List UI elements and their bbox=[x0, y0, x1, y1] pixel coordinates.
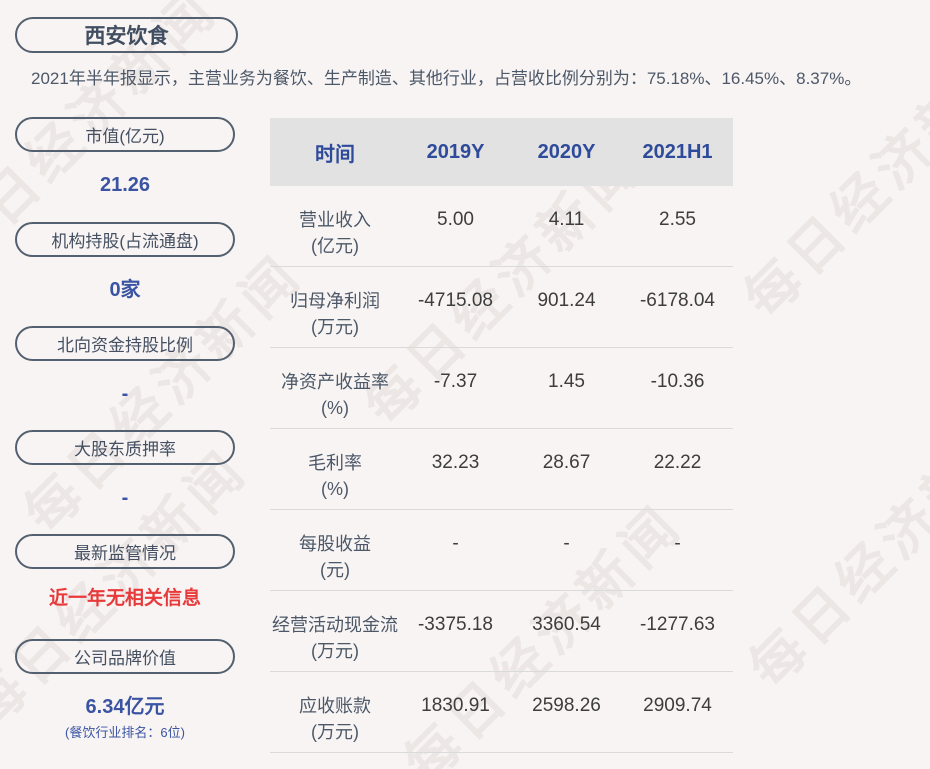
row-metric-name: 毛利率 bbox=[308, 453, 362, 473]
row-metric-unit: (万元) bbox=[311, 641, 359, 661]
row-value-2020y: 3360.54 bbox=[532, 614, 601, 635]
stock-name-badge: 西安饮食 bbox=[15, 17, 238, 53]
row-value-2020y: 2598.26 bbox=[532, 695, 601, 716]
row-value-2021h1: -10.36 bbox=[650, 371, 705, 392]
row-metric-unit: (亿元) bbox=[311, 236, 359, 256]
stat-label: 最新监管情况 bbox=[74, 544, 176, 563]
financials-table: 时间 2019Y 2020Y 2021H1 营业收入 (亿元) 5.00 4.1… bbox=[270, 118, 733, 753]
row-metric-name: 归母净利润 bbox=[290, 291, 380, 311]
row-value-2021h1: - bbox=[674, 533, 681, 554]
row-value-2019y: -3375.18 bbox=[417, 614, 493, 635]
table-row: 经营活动现金流 (万元) -3375.18 3360.54 -1277.63 bbox=[270, 591, 733, 672]
stat-label: 机构持股(占流通盘) bbox=[51, 232, 199, 251]
table-row: 净资产收益率 (%) -7.37 1.45 -10.36 bbox=[270, 348, 733, 429]
stat-label-pill: 公司品牌价值 bbox=[15, 639, 235, 674]
stat-brand-value: 公司品牌价值 6.34亿元 (餐饮行业排名：6位) bbox=[0, 639, 250, 741]
stat-regulatory-status: 最新监管情况 近一年无相关信息 bbox=[0, 534, 250, 611]
row-metric-unit: (元) bbox=[320, 560, 350, 580]
business-summary-text: 2021年半年报显示，主营业务为餐饮、生产制造、其他行业，占营收比例分别为：75… bbox=[31, 69, 862, 88]
stat-label-pill: 大股东质押率 bbox=[15, 430, 235, 465]
stat-value: 6.34亿元 bbox=[85, 696, 165, 718]
stat-value: 0家 bbox=[109, 279, 141, 301]
table-row: 营业收入 (亿元) 5.00 4.11 2.55 bbox=[270, 186, 733, 267]
stat-label: 市值(亿元) bbox=[85, 127, 165, 146]
stock-name: 西安饮食 bbox=[84, 25, 169, 48]
table-row: 每股收益 (元) - - - bbox=[270, 510, 733, 591]
row-value-2019y: -7.37 bbox=[433, 371, 478, 392]
row-metric-name: 应收账款 bbox=[299, 696, 371, 716]
row-metric: 应收账款 (万元) bbox=[270, 693, 400, 752]
row-metric-name: 营业收入 bbox=[299, 210, 371, 230]
row-value-2020y: 1.45 bbox=[548, 371, 585, 392]
header-time: 时间 bbox=[315, 143, 355, 166]
table-row: 应收账款 (万元) 1830.91 2598.26 2909.74 bbox=[270, 672, 733, 753]
row-value-2020y: 28.67 bbox=[542, 452, 591, 473]
stat-label: 公司品牌价值 bbox=[74, 649, 176, 668]
row-value-2019y: - bbox=[452, 533, 459, 554]
stat-institutional-holding: 机构持股(占流通盘) 0家 bbox=[0, 222, 250, 302]
row-value-2019y: 1830.91 bbox=[421, 695, 490, 716]
header-2019y: 2019Y bbox=[426, 140, 485, 163]
stat-label-pill: 北向资金持股比例 bbox=[15, 326, 235, 361]
row-metric-unit: (万元) bbox=[311, 317, 359, 337]
stat-value: 21.26 bbox=[99, 174, 151, 196]
row-metric-name: 经营活动现金流 bbox=[272, 615, 398, 635]
row-metric: 营业收入 (亿元) bbox=[270, 207, 400, 266]
row-value-2019y: 5.00 bbox=[437, 209, 474, 230]
stat-value: - bbox=[121, 383, 129, 405]
stat-label: 北向资金持股比例 bbox=[57, 336, 193, 355]
stat-market-cap: 市值(亿元) 21.26 bbox=[0, 117, 250, 197]
stat-label-pill: 市值(亿元) bbox=[15, 117, 235, 152]
table-row: 归母净利润 (万元) -4715.08 901.24 -6178.04 bbox=[270, 267, 733, 348]
stat-northbound-holding: 北向资金持股比例 - bbox=[0, 326, 250, 406]
row-metric: 经营活动现金流 (万元) bbox=[270, 612, 400, 671]
financial-infographic-page: 每日经济新闻 每日经济新闻 每日经济新闻 每日经济新闻 每日经济新闻 每日经济新… bbox=[0, 0, 930, 769]
header-2021h1: 2021H1 bbox=[642, 140, 713, 163]
row-metric: 毛利率 (%) bbox=[270, 450, 400, 509]
watermark-text: 每日经济新闻 bbox=[738, 398, 930, 700]
table-row: 毛利率 (%) 32.23 28.67 22.22 bbox=[270, 429, 733, 510]
row-metric: 每股收益 (元) bbox=[270, 531, 400, 590]
row-metric-unit: (%) bbox=[321, 479, 349, 499]
stat-label-pill: 最新监管情况 bbox=[15, 534, 235, 569]
stat-value: 近一年无相关信息 bbox=[48, 588, 201, 609]
row-metric: 净资产收益率 (%) bbox=[270, 369, 400, 428]
table-header-row: 时间 2019Y 2020Y 2021H1 bbox=[270, 118, 733, 186]
row-value-2019y: 32.23 bbox=[431, 452, 480, 473]
row-metric-name: 每股收益 bbox=[299, 534, 371, 554]
row-metric-unit: (万元) bbox=[311, 722, 359, 742]
header-2020y: 2020Y bbox=[537, 140, 596, 163]
row-metric-unit: (%) bbox=[321, 398, 349, 418]
table-body: 营业收入 (亿元) 5.00 4.11 2.55 归母净利润 (万元) -471… bbox=[270, 186, 733, 753]
stat-label: 大股东质押率 bbox=[74, 440, 176, 459]
row-metric: 归母净利润 (万元) bbox=[270, 288, 400, 347]
stat-value: - bbox=[121, 487, 129, 509]
row-value-2020y: 901.24 bbox=[537, 290, 596, 311]
row-value-2021h1: 2.55 bbox=[659, 209, 696, 230]
row-value-2019y: -4715.08 bbox=[417, 290, 493, 311]
row-value-2021h1: 22.22 bbox=[653, 452, 702, 473]
stat-subtext: (餐饮行业排名：6位) bbox=[65, 725, 185, 740]
stat-label-pill: 机构持股(占流通盘) bbox=[15, 222, 235, 257]
row-value-2021h1: -1277.63 bbox=[639, 614, 715, 635]
row-metric-name: 净资产收益率 bbox=[281, 372, 389, 392]
stat-major-shareholder-pledge: 大股东质押率 - bbox=[0, 430, 250, 510]
row-value-2021h1: 2909.74 bbox=[643, 695, 712, 716]
row-value-2020y: - bbox=[563, 533, 570, 554]
row-value-2021h1: -6178.04 bbox=[639, 290, 715, 311]
row-value-2020y: 4.11 bbox=[548, 209, 585, 230]
